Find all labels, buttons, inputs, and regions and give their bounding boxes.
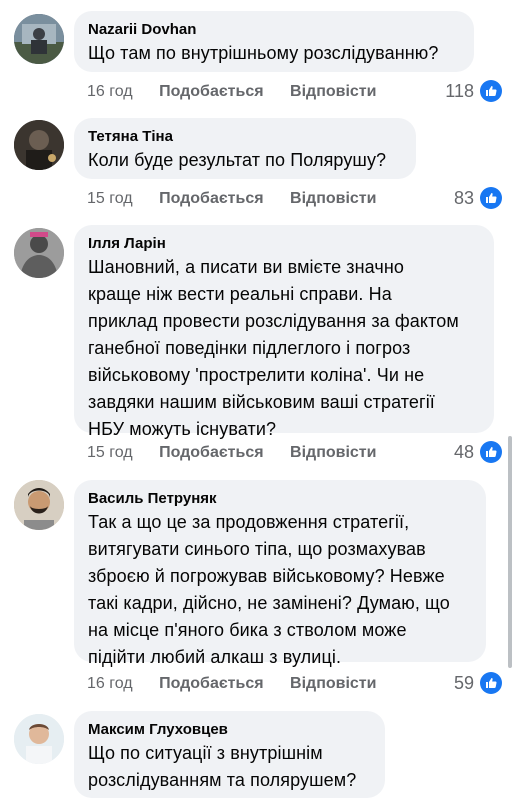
comment-text-line: такі кадри, дійсно, не замінені? Думаю, … bbox=[88, 593, 450, 613]
comment-time[interactable]: 16 год bbox=[87, 675, 133, 692]
reply-button[interactable]: Відповісти bbox=[290, 83, 376, 100]
reply-button[interactable]: Відповісти bbox=[290, 190, 376, 207]
avatar[interactable] bbox=[14, 480, 64, 530]
comment-text-line: завдяки нашим військовим ваші стратегії bbox=[88, 392, 435, 412]
comment-text-line: НБУ можуть існувати? bbox=[88, 419, 277, 439]
comment-text-line: Шановний, а писати ви вмієте значно bbox=[88, 257, 405, 277]
like-button[interactable]: Подобається bbox=[159, 83, 264, 100]
like-count[interactable]: 59 bbox=[454, 672, 502, 694]
comment-text-line: на місце п'яного бика з стволом може bbox=[88, 620, 407, 640]
like-count-number: 83 bbox=[453, 188, 474, 208]
comment-text: Коли буде результат по Полярушу? bbox=[88, 150, 387, 170]
comment-text-line: зброєю й погрожував військовому? Невже bbox=[88, 566, 445, 586]
avatar[interactable] bbox=[14, 228, 64, 278]
comment-bubble: Ілля Ларін Шановний, а писати ви вмієте … bbox=[74, 225, 494, 439]
thumbs-up-icon bbox=[480, 672, 502, 694]
avatar[interactable] bbox=[14, 120, 64, 170]
thumbs-up-icon bbox=[480, 187, 502, 209]
comment-meta: 15 год Подобається Відповісти bbox=[87, 443, 398, 463]
comment-text: Що там по внутрішньому розслідуванню? bbox=[88, 43, 439, 63]
like-button[interactable]: Подобається bbox=[159, 444, 264, 461]
like-count-number: 48 bbox=[453, 442, 474, 462]
comment-author[interactable]: Максим Глуховцев bbox=[88, 720, 371, 740]
comment-time[interactable]: 15 год bbox=[87, 444, 133, 461]
comment-text-line: ганебної поведінки підлеглого і погроз bbox=[88, 338, 411, 358]
like-count[interactable]: 48 bbox=[454, 441, 502, 463]
avatar[interactable] bbox=[14, 14, 64, 64]
comment-bubble: Тетяна Тіна Коли буде результат по Поляр… bbox=[74, 118, 416, 179]
comment-text: Шановний, а писати ви вмієте значно кращ… bbox=[88, 254, 480, 443]
comment-text-line: розслідуванням та полярушем? bbox=[88, 770, 357, 790]
comment-time[interactable]: 15 год bbox=[87, 190, 133, 207]
scrollbar[interactable] bbox=[508, 436, 512, 668]
comment-text-line: приклад провести розслідування за фактом bbox=[88, 311, 459, 331]
comment-text-line: Так а що це за продовження стратегії, bbox=[88, 512, 410, 532]
avatar[interactable] bbox=[14, 714, 64, 764]
reply-button[interactable]: Відповісти bbox=[290, 444, 376, 461]
comment-text-line: витягувати синього тіпа, що розмахував bbox=[88, 539, 426, 559]
comment-author[interactable]: Тетяна Тіна bbox=[88, 127, 402, 147]
comment-author[interactable]: Nazarii Dovhan bbox=[88, 20, 460, 40]
comment-text-line: військовому 'прострелити коліна'. Чи не bbox=[88, 365, 425, 385]
like-button[interactable]: Подобається bbox=[159, 675, 264, 692]
like-button[interactable]: Подобається bbox=[159, 190, 264, 207]
comment-author[interactable]: Василь Петруняк bbox=[88, 489, 472, 509]
comment-meta: 16 год Подобається Відповісти bbox=[87, 82, 398, 102]
comment-text: Так а що це за продовження стратегії, ви… bbox=[88, 509, 472, 671]
comment-bubble: Василь Петруняк Так а що це за продовжен… bbox=[74, 480, 486, 667]
comment-text-line: Що по ситуації з внутрішнім bbox=[88, 743, 323, 763]
comment-text: Що по ситуації з внутрішнім розслідуванн… bbox=[88, 740, 371, 794]
comment-author[interactable]: Ілля Ларін bbox=[88, 234, 480, 254]
thumbs-up-icon bbox=[480, 441, 502, 463]
comment-text-line: краще ніж вести реальні справи. На bbox=[88, 284, 392, 304]
like-count-number: 118 bbox=[445, 81, 474, 101]
like-count[interactable]: 83 bbox=[454, 187, 502, 209]
comment-text-line: підійти любий алкаш з вулиці. bbox=[88, 647, 342, 667]
comment-bubble: Nazarii Dovhan Що там по внутрішньому ро… bbox=[74, 11, 474, 72]
comment-meta: 16 год Подобається Відповісти bbox=[87, 674, 398, 694]
reply-button[interactable]: Відповісти bbox=[290, 675, 376, 692]
comment-meta: 15 год Подобається Відповісти bbox=[87, 189, 398, 209]
like-count[interactable]: 118 bbox=[445, 80, 502, 102]
comment-bubble: Максим Глуховцев Що по ситуації з внутрі… bbox=[74, 711, 385, 798]
like-count-number: 59 bbox=[453, 673, 474, 693]
thumbs-up-icon bbox=[480, 80, 502, 102]
comment-time[interactable]: 16 год bbox=[87, 83, 133, 100]
